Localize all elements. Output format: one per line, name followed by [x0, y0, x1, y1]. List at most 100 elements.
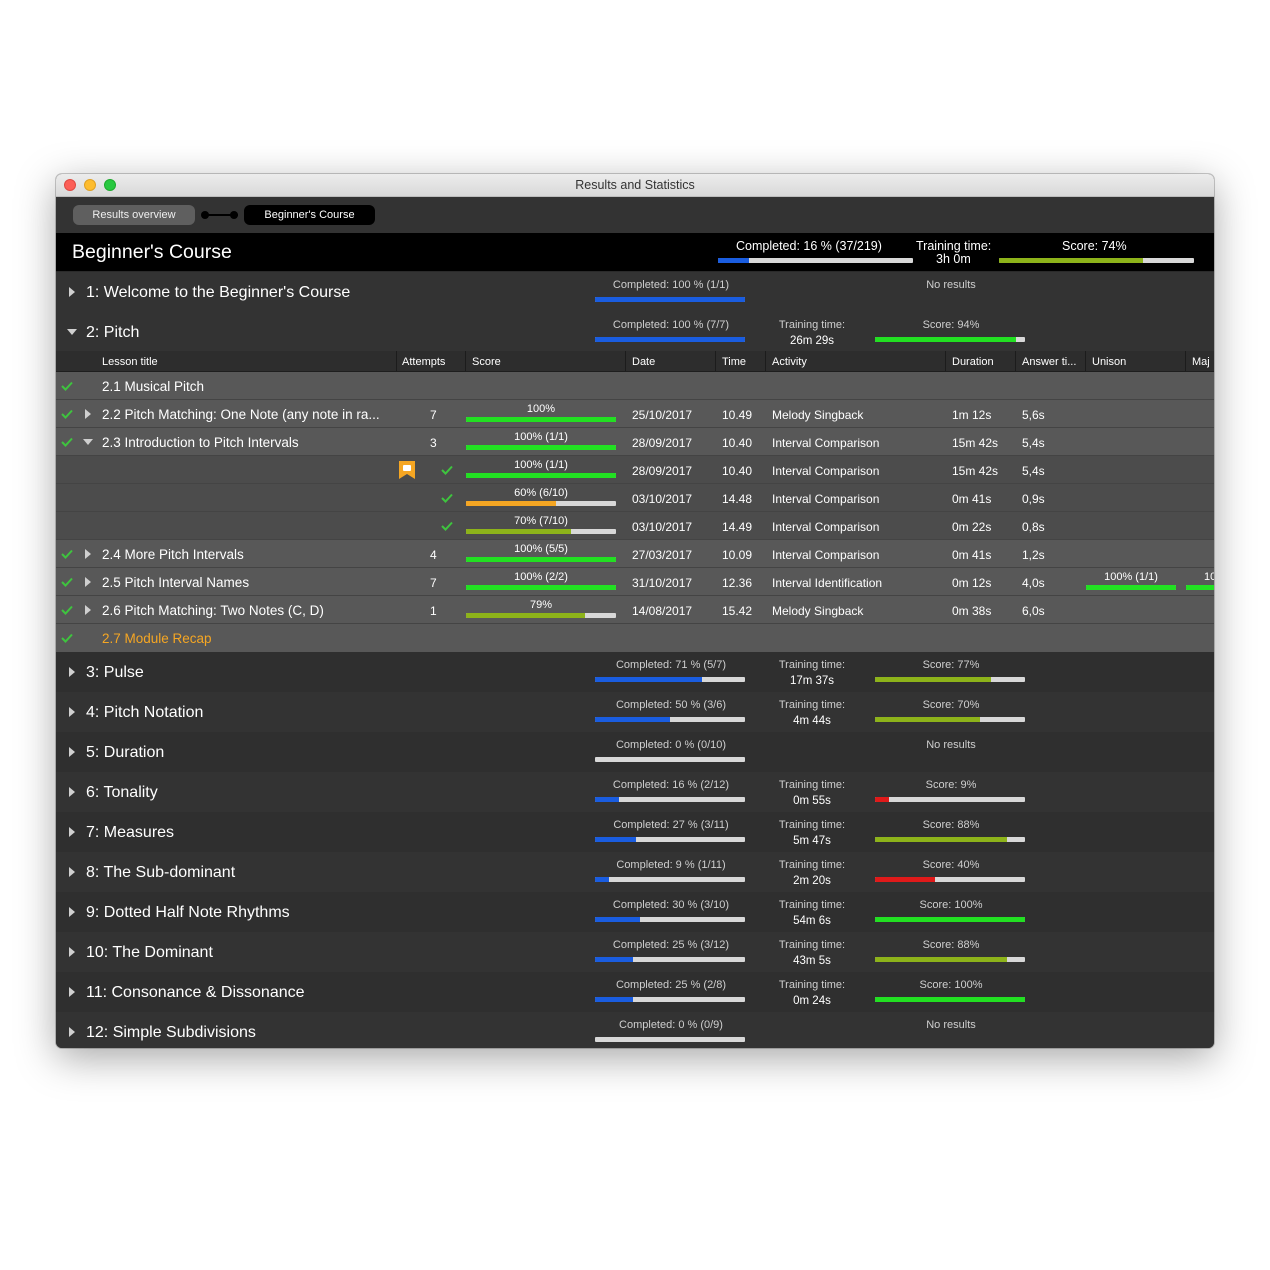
module-training-time: 4m 44s: [793, 715, 831, 727]
checkmark-icon: [441, 493, 453, 503]
module-row[interactable]: 11: Consonance & Dissonance Completed: 2…: [56, 972, 1214, 1012]
toolbar: Results overview Beginner's Course: [56, 197, 1214, 234]
lesson-row-2-2[interactable]: 2.2 Pitch Matching: One Note (any note i…: [56, 400, 1214, 428]
column-divider[interactable]: [465, 351, 466, 371]
triangle-right-icon[interactable]: [68, 947, 76, 957]
col-major[interactable]: Maj: [1192, 356, 1210, 368]
lesson-unison-label: 100% (1/1): [1104, 571, 1158, 583]
triangle-right-icon[interactable]: [68, 907, 76, 917]
lesson-activity: Melody Singback: [772, 604, 864, 618]
module-row[interactable]: 12: Simple Subdivisions Completed: 0 % (…: [56, 1012, 1214, 1048]
module-score-label: Score: 9%: [925, 779, 977, 791]
attempt-row[interactable]: 70% (7/10) 03/10/2017 14.49 Interval Com…: [56, 512, 1214, 540]
attempt-row[interactable]: 60% (6/10) 03/10/2017 14.48 Interval Com…: [56, 484, 1214, 512]
triangle-right-icon[interactable]: [85, 549, 92, 559]
checkmark-icon: [61, 605, 73, 615]
col-lesson-title[interactable]: Lesson title: [102, 356, 158, 368]
module-completed-label: Completed: 25 % (3/12): [612, 939, 730, 951]
attempt-row[interactable]: 100% (1/1) 28/09/2017 10.40 Interval Com…: [56, 456, 1214, 484]
triangle-right-icon[interactable]: [85, 577, 92, 587]
module-score-bar: [875, 917, 1025, 922]
triangle-right-icon[interactable]: [68, 667, 76, 677]
column-divider[interactable]: [625, 351, 626, 371]
col-answer-time[interactable]: Answer ti...: [1022, 356, 1076, 368]
lesson-row-2-6[interactable]: 2.6 Pitch Matching: Two Notes (C, D) 1 7…: [56, 596, 1214, 624]
attempt-answer-time: 5,4s: [1022, 464, 1045, 478]
module-completed-bar: [595, 717, 745, 722]
module-title: 2: Pitch: [86, 324, 140, 341]
triangle-right-icon[interactable]: [68, 707, 76, 717]
lesson-score-fill: [466, 417, 616, 422]
col-date[interactable]: Date: [632, 356, 655, 368]
column-divider[interactable]: [715, 351, 716, 371]
module-training-time: 26m 29s: [789, 335, 835, 347]
triangle-right-icon[interactable]: [68, 827, 76, 837]
checkmark-icon: [61, 381, 73, 391]
module-row[interactable]: 8: The Sub-dominant Completed: 9 % (1/11…: [56, 852, 1214, 892]
breadcrumb-beginners-course[interactable]: Beginner's Course: [244, 205, 375, 225]
column-divider[interactable]: [945, 351, 946, 371]
module-completed-bar: [595, 337, 745, 342]
lesson-unison-fill: [1086, 585, 1176, 590]
module-completed-fill: [595, 837, 636, 842]
column-divider[interactable]: [1085, 351, 1086, 371]
module-row[interactable]: 7: Measures Completed: 27 % (3/11) Train…: [56, 812, 1214, 852]
lesson-title: 2.3 Introduction to Pitch Intervals: [102, 435, 299, 450]
lesson-score-bar: [466, 613, 616, 618]
triangle-right-icon[interactable]: [85, 409, 92, 419]
module-row[interactable]: 5: Duration Completed: 0 % (0/10) No res…: [56, 732, 1214, 772]
col-attempts[interactable]: Attempts: [402, 356, 445, 368]
triangle-right-icon[interactable]: [68, 1027, 76, 1037]
triangle-down-icon[interactable]: [83, 439, 93, 446]
module-row[interactable]: 4: Pitch Notation Completed: 50 % (3/6) …: [56, 692, 1214, 732]
triangle-down-icon[interactable]: [67, 328, 77, 336]
module-row-2[interactable]: 2: Pitch Completed: 100 % (7/7) Training…: [56, 312, 1214, 352]
lesson-row-2-7[interactable]: 2.7 Module Recap: [56, 624, 1214, 652]
module-completed-fill: [595, 917, 640, 922]
col-unison[interactable]: Unison: [1092, 356, 1126, 368]
attempt-time: 10.40: [722, 464, 753, 478]
module-row[interactable]: 6: Tonality Completed: 16 % (2/12) Train…: [56, 772, 1214, 812]
breadcrumb-results-overview[interactable]: Results overview: [73, 205, 195, 225]
triangle-right-icon[interactable]: [68, 867, 76, 877]
triangle-right-icon[interactable]: [68, 287, 76, 297]
triangle-right-icon[interactable]: [68, 987, 76, 997]
attempt-date: 28/09/2017: [632, 464, 693, 478]
module-row[interactable]: 3: Pulse Completed: 71 % (5/7) Training …: [56, 652, 1214, 692]
checkmark-icon: [61, 549, 73, 559]
col-score[interactable]: Score: [472, 356, 501, 368]
col-duration[interactable]: Duration: [952, 356, 994, 368]
attempt-answer-time: 0,9s: [1022, 492, 1045, 506]
module-no-results: No results: [926, 739, 976, 751]
triangle-right-icon[interactable]: [68, 787, 76, 797]
lesson-score-bar: [466, 557, 616, 562]
column-divider[interactable]: [765, 351, 766, 371]
attempt-activity: Interval Comparison: [772, 520, 880, 534]
lesson-row-2-4[interactable]: 2.4 More Pitch Intervals 4 100% (5/5) 27…: [56, 540, 1214, 568]
lesson-row-2-1[interactable]: 2.1 Musical Pitch: [56, 372, 1214, 400]
triangle-right-icon[interactable]: [68, 747, 76, 757]
module-training-time-label: Training time:: [778, 699, 846, 711]
lesson-row-2-5[interactable]: 2.5 Pitch Interval Names 7 100% (2/2) 31…: [56, 568, 1214, 596]
lesson-major-fill: [1186, 585, 1214, 590]
col-activity[interactable]: Activity: [772, 356, 807, 368]
column-divider[interactable]: [1015, 351, 1016, 371]
module-score-fill: [875, 957, 1007, 962]
lesson-date: 27/03/2017: [632, 548, 693, 562]
lesson-row-2-3[interactable]: 2.3 Introduction to Pitch Intervals 3 10…: [56, 428, 1214, 456]
column-divider[interactable]: [396, 351, 397, 371]
triangle-right-icon[interactable]: [85, 605, 92, 615]
checkmark-icon: [61, 409, 73, 419]
col-time[interactable]: Time: [722, 356, 746, 368]
module-row[interactable]: 9: Dotted Half Note Rhythms Completed: 3…: [56, 892, 1214, 932]
module-row-1[interactable]: 1: Welcome to the Beginner's Course Comp…: [56, 272, 1214, 312]
lesson-attempts: 7: [430, 408, 437, 422]
lesson-duration: 0m 41s: [952, 548, 992, 562]
module-row[interactable]: 10: The Dominant Completed: 25 % (3/12) …: [56, 932, 1214, 972]
lesson-title: 2.2 Pitch Matching: One Note (any note i…: [102, 407, 380, 422]
results-window: Results and Statistics Results overview …: [56, 174, 1214, 1048]
module-completed-bar: [595, 917, 745, 922]
module-training-time-label: Training time:: [778, 939, 846, 951]
module-completed-label: Completed: 0 % (0/10): [615, 739, 727, 751]
column-divider[interactable]: [1185, 351, 1186, 371]
